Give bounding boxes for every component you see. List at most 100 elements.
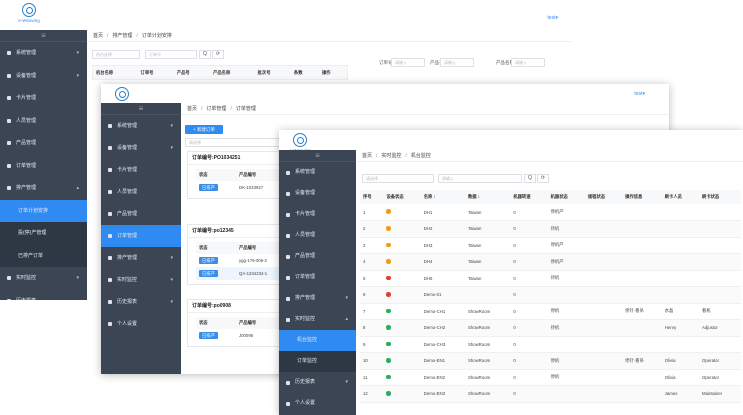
table-cell bbox=[548, 386, 585, 403]
breadcrumb-item[interactable]: 首页 bbox=[362, 153, 372, 159]
breadcrumb-item[interactable]: 首页 bbox=[93, 33, 103, 39]
table-cell bbox=[662, 204, 699, 221]
sidebar-item[interactable]: 人员管理 bbox=[279, 225, 356, 246]
table-cell: 10 bbox=[363, 358, 368, 364]
menu-icon bbox=[108, 212, 112, 216]
sidebar-item[interactable]: 设备管理 ▾ bbox=[0, 65, 87, 88]
sidebar-item[interactable]: 产品管理 bbox=[101, 203, 181, 225]
user-menu[interactable]: test▾ bbox=[634, 91, 645, 97]
sidebar-item[interactable]: 卡片管理 bbox=[101, 159, 181, 181]
hamburger-icon[interactable]: ≡ bbox=[101, 103, 181, 115]
table-cell: ShowRoom bbox=[467, 325, 491, 331]
breadcrumb-separator: / bbox=[230, 106, 232, 112]
status-dot-icon bbox=[386, 292, 391, 297]
sidebar-item[interactable]: 订单计划安排 bbox=[0, 199, 87, 222]
table-row[interactable]: 5 DH5 Taiwan 0 待机 bbox=[360, 270, 741, 287]
sidebar-item[interactable]: 卡片管理 bbox=[0, 87, 87, 110]
sidebar-item[interactable]: 实时监控 ▾ bbox=[0, 267, 87, 290]
filter-input[interactable]: 请输入 bbox=[391, 58, 425, 67]
sidebar-item[interactable]: 人员管理 bbox=[0, 110, 87, 133]
sidebar-item-label: 设备管理 bbox=[117, 145, 138, 151]
sidebar-item[interactable]: 排产管理 ▴ bbox=[0, 177, 87, 200]
menu-icon bbox=[7, 96, 11, 101]
sidebar-item[interactable]: 产品管理 bbox=[279, 246, 356, 267]
sidebar-item[interactable]: 订单管理 bbox=[279, 267, 356, 288]
status-badge: 已排产 bbox=[199, 184, 218, 191]
keyword-input[interactable]: 请输入 bbox=[438, 174, 522, 183]
menu-icon bbox=[108, 190, 112, 194]
table-row[interactable]: 1 DH1 Taiwan 0 停机产 bbox=[360, 204, 741, 221]
menu-icon bbox=[286, 401, 290, 406]
sidebar-item[interactable]: 实时监控 ▴ bbox=[279, 309, 356, 330]
search-button[interactable]: Q bbox=[199, 50, 211, 59]
sidebar-item[interactable]: 系统管理 bbox=[279, 162, 356, 183]
table-cell: Olivia bbox=[664, 358, 676, 364]
table-row[interactable]: 12 Demo-EN3 ShowRoom 0 James Maintainer bbox=[360, 385, 741, 403]
sidebar-item[interactable]: 历史报表 bbox=[0, 290, 87, 300]
hamburger-icon[interactable]: ≡ bbox=[279, 150, 356, 162]
sidebar-item[interactable]: 历史报表 ▾ bbox=[279, 372, 356, 393]
table-row[interactable]: 9 Demo-CH3 ShowRoom 0 bbox=[360, 336, 741, 353]
sidebar-item[interactable]: 系统管理 ▾ bbox=[0, 42, 87, 65]
sidebar-item[interactable]: 订单管理 bbox=[0, 155, 87, 178]
table-row[interactable]: 2 DH2 Taiwan 0 待机 bbox=[360, 220, 741, 237]
main-panel: 首页 / 实时监控 / 机台监控 请选择 请输入 Q ⟳ 序号 设备状态 名称 ↕ 数据 ↕ 机… bbox=[356, 150, 743, 415]
column-header: 批次号 bbox=[254, 66, 291, 79]
filter-input[interactable]: 请输入 bbox=[511, 58, 545, 67]
status-badge: 已排产 bbox=[199, 270, 218, 277]
user-menu[interactable]: test▾ bbox=[547, 15, 558, 21]
table-cell bbox=[699, 254, 741, 271]
menu-icon bbox=[286, 212, 290, 217]
breadcrumb-item[interactable]: 实时监控 bbox=[381, 153, 401, 159]
refresh-button[interactable]: ⟳ bbox=[537, 174, 549, 183]
machine-select[interactable]: 机台选择 bbox=[92, 50, 140, 59]
sidebar-item[interactable]: 投(停)产管理 bbox=[0, 222, 87, 245]
sidebar-item[interactable]: 设备管理 bbox=[279, 183, 356, 204]
refresh-button[interactable]: ⟳ bbox=[212, 50, 224, 59]
sidebar-item[interactable]: 排产管理 ▾ bbox=[279, 288, 356, 309]
breadcrumb-item[interactable]: 订单管理 bbox=[206, 106, 226, 112]
sidebar-item[interactable]: 个人设置 bbox=[279, 393, 356, 414]
sidebar-item[interactable]: 排产管理 ▾ bbox=[101, 247, 181, 269]
table-row[interactable]: 4 DH4 Taiwan 0 停机产 bbox=[360, 253, 741, 271]
filter-input[interactable]: 请输入 bbox=[440, 58, 474, 67]
sidebar-item[interactable]: 历史报表 ▾ bbox=[101, 291, 181, 313]
chevron-icon: ▴ bbox=[345, 316, 348, 322]
sidebar-item-label: 实时监控 bbox=[16, 275, 37, 281]
sidebar-item-label: 卡片管理 bbox=[16, 95, 37, 101]
breadcrumb-item[interactable]: 首页 bbox=[187, 106, 197, 112]
sidebar-item[interactable]: 已排产订单 bbox=[0, 244, 87, 267]
sidebar-item-label: 人员管理 bbox=[295, 232, 316, 238]
sidebar-item[interactable]: 系统管理 ▾ bbox=[101, 115, 181, 137]
sidebar-item[interactable]: 设备管理 ▾ bbox=[101, 137, 181, 159]
sidebar-item[interactable]: 实时监控 ▾ bbox=[101, 269, 181, 291]
table-row[interactable]: 3 DH3 Taiwan 0 停机产 bbox=[360, 237, 741, 254]
table-row[interactable]: 6 Demo-01 0 bbox=[360, 286, 741, 303]
chevron-icon: ▾ bbox=[170, 123, 173, 129]
order-search-input[interactable]: 订单号 bbox=[145, 50, 197, 59]
sidebar-item[interactable]: 产品管理 bbox=[0, 132, 87, 155]
sidebar-item[interactable]: 个人设置 bbox=[101, 313, 181, 335]
table-row[interactable]: 8 Demo-CH2 ShowRoom 0 待机 Henry Adjustor bbox=[360, 319, 741, 336]
sidebar-item[interactable]: 机台监控 bbox=[279, 330, 356, 351]
sidebar-item[interactable]: 订单监控 bbox=[279, 351, 356, 372]
sidebar-item[interactable]: 人员管理 bbox=[101, 181, 181, 203]
sidebar-item[interactable]: 订单管理 bbox=[101, 225, 181, 247]
table-cell: 停机产 bbox=[550, 209, 564, 214]
column-header[interactable]: 数据 ↕ bbox=[464, 190, 511, 204]
search-button[interactable]: Q bbox=[524, 174, 536, 183]
table-row[interactable]: 7 Demo-CH1 ShowRoom 0 停机 停针·看吊 水晶 看机 bbox=[360, 303, 741, 320]
table-row[interactable]: 11 Demo-EN2 ShowRoom 0 停机 Olivia Operator bbox=[360, 369, 741, 386]
hamburger-icon[interactable]: ≡ bbox=[0, 30, 87, 42]
column-header[interactable]: 名称 ↕ bbox=[420, 190, 465, 204]
table-cell: Henry bbox=[664, 325, 677, 331]
brand-logo[interactable]: e-Weaving bbox=[0, 0, 58, 30]
machine-select[interactable]: 请选择 bbox=[362, 174, 434, 183]
new-order-button[interactable]: + 新建订单 bbox=[185, 125, 223, 134]
status-select[interactable]: 请选择 bbox=[185, 138, 287, 147]
menu-icon bbox=[108, 124, 112, 128]
breadcrumb-item[interactable]: 排产管理 bbox=[112, 33, 132, 39]
table-row[interactable]: 10 Demo-EN1 ShowRoom 0 停机 停针·看吊 Olivia Operator bbox=[360, 352, 741, 369]
sidebar-item[interactable]: 卡片管理 bbox=[279, 204, 356, 225]
sidebar-item-label: 产品管理 bbox=[16, 140, 37, 146]
